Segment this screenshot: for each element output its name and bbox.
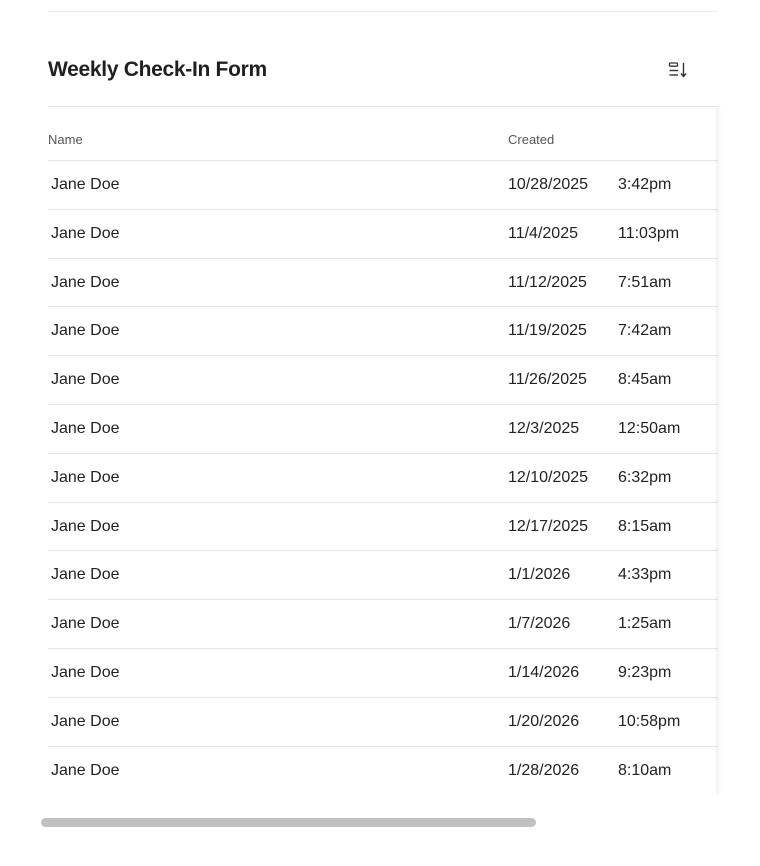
form-header: Weekly Check-In Form <box>48 32 718 107</box>
table-row[interactable]: Jane Doe 11/4/2025 11:03pm <box>48 210 718 259</box>
row-time-cell: 7:42am <box>618 322 672 340</box>
row-name-cell: Jane Doe <box>51 224 120 242</box>
table-row[interactable]: Jane Doe 1/7/2026 1:25am <box>48 600 718 649</box>
top-divider <box>48 11 718 12</box>
row-name-cell: Jane Doe <box>51 566 120 584</box>
table-row[interactable]: Jane Doe 1/14/2026 9:23pm <box>48 649 718 698</box>
table-row[interactable]: Jane Doe 1/1/2026 4:33pm <box>48 551 718 601</box>
row-date-cell: 1/7/2026 <box>508 615 571 633</box>
row-date-cell: 1/14/2026 <box>508 663 580 681</box>
row-date-cell: 1/20/2026 <box>508 712 580 730</box>
row-name-cell: Jane Doe <box>51 176 120 193</box>
row-name-cell: Jane Doe <box>51 615 120 633</box>
horizontal-scrollbar[interactable] <box>40 816 720 828</box>
table-row[interactable]: Jane Doe 11/19/2025 7:42am <box>48 307 718 357</box>
row-date-cell: 12/3/2025 <box>508 419 580 437</box>
row-name-cell: Jane Doe <box>51 419 120 437</box>
row-date-cell: 10/28/2025 <box>508 176 589 193</box>
row-date-cell: 12/17/2025 <box>508 517 589 535</box>
table-scroll-shadow <box>716 108 722 794</box>
row-date-cell: 1/28/2026 <box>508 761 580 779</box>
table-row[interactable]: Jane Doe 1/28/2026 8:10am <box>48 747 718 794</box>
column-header-name[interactable]: Name <box>48 132 83 147</box>
table-row[interactable]: Jane Doe 12/3/2025 12:50am <box>48 405 718 454</box>
row-time-cell: 8:15am <box>618 517 672 535</box>
row-name-cell: Jane Doe <box>51 761 120 779</box>
table-row[interactable]: Jane Doe 1/20/2026 10:58pm <box>48 698 718 747</box>
row-date-cell: 12/10/2025 <box>508 468 589 486</box>
row-time-cell: 8:10am <box>618 761 672 779</box>
row-time-cell: 10:58pm <box>618 712 681 730</box>
row-time-cell: 7:51am <box>618 273 672 291</box>
row-date-cell: 11/12/2025 <box>508 273 587 291</box>
horizontal-scrollbar-thumb[interactable] <box>41 818 536 827</box>
table-row[interactable]: Jane Doe 10/28/2025 3:42pm <box>48 161 718 210</box>
row-date-cell: 11/19/2025 <box>508 322 587 340</box>
sort-list-icon <box>668 62 687 78</box>
row-name-cell: Jane Doe <box>51 322 120 340</box>
page-title: Weekly Check-In Form <box>48 58 267 81</box>
row-name-cell: Jane Doe <box>51 273 120 291</box>
row-name-cell: Jane Doe <box>51 663 120 681</box>
table-row[interactable]: Jane Doe 12/17/2025 8:15am <box>48 503 718 552</box>
table-row[interactable]: Jane Doe 11/12/2025 7:51am <box>48 259 718 308</box>
row-name-cell: Jane Doe <box>51 371 120 389</box>
table-row[interactable]: Jane Doe 12/10/2025 6:32pm <box>48 454 718 503</box>
submissions-table: Name Created Jane Doe 10/28/2025 3:42pm Jan… <box>48 108 718 794</box>
row-name-cell: Jane Doe <box>51 468 120 486</box>
table-row[interactable]: Jane Doe 11/26/2025 8:45am <box>48 356 718 405</box>
row-time-cell: 4:33pm <box>618 566 672 584</box>
row-time-cell: 8:45am <box>618 371 672 389</box>
row-name-cell: Jane Doe <box>51 517 120 535</box>
row-date-cell: 11/26/2025 <box>508 371 587 389</box>
row-date-cell: 1/1/2026 <box>508 566 571 584</box>
row-time-cell: 3:42pm <box>618 176 672 193</box>
sort-button[interactable] <box>664 56 692 84</box>
row-time-cell: 12:50am <box>618 419 681 437</box>
row-time-cell: 1:25am <box>618 615 672 633</box>
column-header-created[interactable]: Created <box>508 132 554 147</box>
row-name-cell: Jane Doe <box>51 712 120 730</box>
row-time-cell: 11:03pm <box>618 224 680 242</box>
row-time-cell: 9:23pm <box>618 663 672 681</box>
row-time-cell: 6:32pm <box>618 468 672 486</box>
table-header-row: Name Created <box>48 108 718 161</box>
table-body: Jane Doe 10/28/2025 3:42pm Jane Doe 11/4/202… <box>48 161 718 794</box>
row-date-cell: 11/4/2025 <box>508 224 578 242</box>
